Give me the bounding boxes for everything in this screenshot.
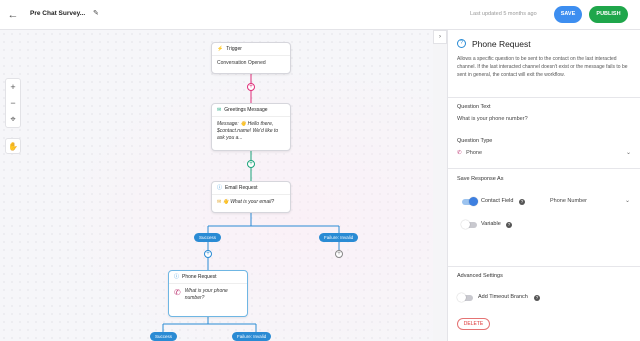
delete-button[interactable]: DELETE bbox=[457, 318, 490, 330]
contact-field-select[interactable]: Phone Number ⌄ bbox=[550, 195, 630, 207]
phone-icon: ✆ bbox=[457, 150, 462, 156]
email-node-title: Email Request bbox=[225, 184, 258, 191]
divider bbox=[448, 266, 640, 267]
save-button[interactable]: SAVE bbox=[554, 6, 582, 23]
timeout-branch-toggle[interactable] bbox=[457, 293, 473, 302]
email-request-node[interactable]: ⓘ Email Request ✉ 👋 What is your email? bbox=[211, 181, 291, 213]
message-icon: ✉ bbox=[217, 106, 222, 113]
greetings-node-header: ✉ Greetings Message bbox=[212, 104, 290, 117]
save-response-label: Save Response As bbox=[457, 176, 504, 182]
trigger-node[interactable]: ⚡ Trigger Conversation Opened bbox=[211, 42, 291, 74]
help-icon[interactable]: ? bbox=[534, 295, 540, 301]
phone-node-question: What is your phone number? bbox=[184, 288, 228, 301]
last-updated-text: Last updated 5 months ago bbox=[470, 11, 537, 17]
variable-label: Variable bbox=[481, 221, 501, 227]
panel-title: Phone Request bbox=[472, 39, 531, 49]
email-node-header: ⓘ Email Request bbox=[212, 182, 290, 195]
divider bbox=[448, 97, 640, 98]
contact-field-label: Contact Field bbox=[481, 198, 514, 204]
trigger-node-header: ⚡ Trigger bbox=[212, 43, 290, 56]
phone-node-title: Phone Request bbox=[182, 273, 217, 280]
help-icon[interactable]: ? bbox=[506, 222, 512, 228]
workflow-title: Pre Chat Survey... bbox=[30, 10, 86, 17]
email-node-body: ✉ 👋 What is your email? bbox=[212, 195, 290, 210]
contact-field-toggle[interactable] bbox=[462, 197, 478, 206]
phone-node-header: ⓘ Phone Request bbox=[169, 271, 247, 284]
question-icon: ⓘ bbox=[174, 273, 180, 280]
question-icon: ⓘ bbox=[217, 184, 223, 191]
question-type-label: Question Type bbox=[457, 138, 493, 144]
publish-button[interactable]: PUBLISH bbox=[589, 6, 628, 23]
help-icon[interactable]: ? bbox=[519, 199, 525, 205]
phone-icon: ✆ bbox=[174, 288, 181, 297]
add-step-plus-icon[interactable]: + bbox=[335, 250, 343, 258]
failure-branch-tag[interactable]: Failure: Invalid bbox=[319, 233, 359, 242]
envelope-icon: ✉ bbox=[217, 199, 222, 205]
panel-description: Allows a specific question to be sent to… bbox=[457, 56, 628, 78]
question-type-value: Phone bbox=[466, 150, 483, 156]
success-branch-tag[interactable]: Success bbox=[150, 332, 178, 341]
workflow-canvas[interactable]: + − ⌖ ✋ ⚡ Trigger Conversation Opened + … bbox=[0, 30, 433, 341]
question-text-input[interactable]: What is your phone number? bbox=[457, 116, 528, 122]
greetings-message-node[interactable]: ✉ Greetings Message Message: 👋 Hello the… bbox=[211, 103, 291, 151]
greetings-node-body: Message: 👋 Hello there, $contact.name! W… bbox=[217, 121, 279, 141]
trigger-node-body: Conversation Opened bbox=[217, 60, 266, 66]
advanced-settings-label: Advanced Settings bbox=[457, 273, 503, 279]
contact-field-value: Phone Number bbox=[550, 198, 587, 204]
greetings-node-title: Greetings Message bbox=[224, 106, 268, 113]
timeout-branch-label: Add Timeout Branch bbox=[478, 294, 528, 300]
question-type-select[interactable]: ✆ Phone ⌄ bbox=[457, 147, 631, 159]
pencil-icon[interactable]: ✎ bbox=[93, 9, 99, 17]
trigger-node-title: Trigger bbox=[226, 45, 242, 52]
collapse-panel-chevron-icon[interactable]: › bbox=[433, 30, 447, 44]
chevron-down-icon: ⌄ bbox=[624, 198, 630, 204]
lightning-icon: ⚡ bbox=[217, 45, 224, 52]
variable-toggle[interactable] bbox=[461, 220, 477, 229]
chevron-down-icon: ⌄ bbox=[625, 150, 631, 156]
add-step-plus-icon[interactable]: + bbox=[247, 83, 255, 91]
top-bar: ← Pre Chat Survey... ✎ Last updated 5 mo… bbox=[0, 0, 640, 30]
phone-request-node[interactable]: ⓘ Phone Request ✆ What is your phone num… bbox=[168, 270, 248, 317]
question-icon: ? bbox=[457, 39, 466, 48]
phone-node-body: ✆ What is your phone number? bbox=[169, 284, 247, 306]
failure-branch-tag[interactable]: Failure: Invalid bbox=[232, 332, 272, 341]
success-branch-tag[interactable]: Success bbox=[194, 233, 222, 242]
divider bbox=[448, 168, 640, 169]
add-step-plus-icon[interactable]: + bbox=[204, 250, 212, 258]
add-step-plus-icon[interactable]: + bbox=[247, 160, 255, 168]
properties-panel: ? Phone Request Allows a specific questi… bbox=[447, 30, 640, 341]
back-arrow-icon[interactable]: ← bbox=[6, 8, 20, 22]
email-node-question: 👋 What is your email? bbox=[222, 199, 275, 205]
question-text-label: Question Text bbox=[457, 104, 491, 110]
